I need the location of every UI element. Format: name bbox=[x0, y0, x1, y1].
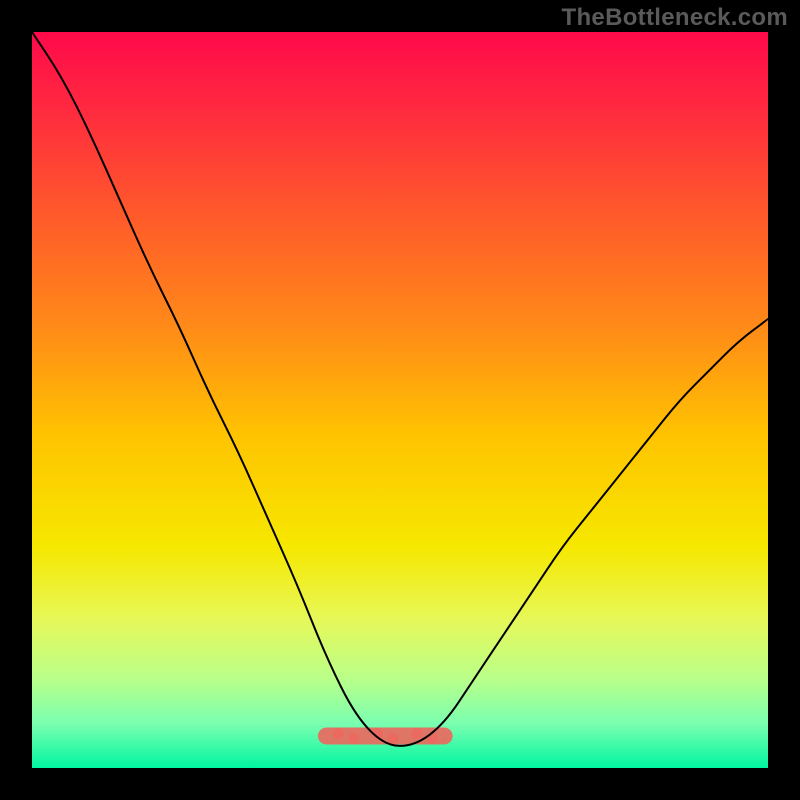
watermark-text: TheBottleneck.com bbox=[562, 4, 788, 32]
chart-frame: TheBottleneck.com bbox=[0, 0, 800, 800]
plot-area bbox=[32, 32, 768, 768]
plot-svg bbox=[32, 32, 768, 768]
gradient-background bbox=[32, 32, 768, 768]
